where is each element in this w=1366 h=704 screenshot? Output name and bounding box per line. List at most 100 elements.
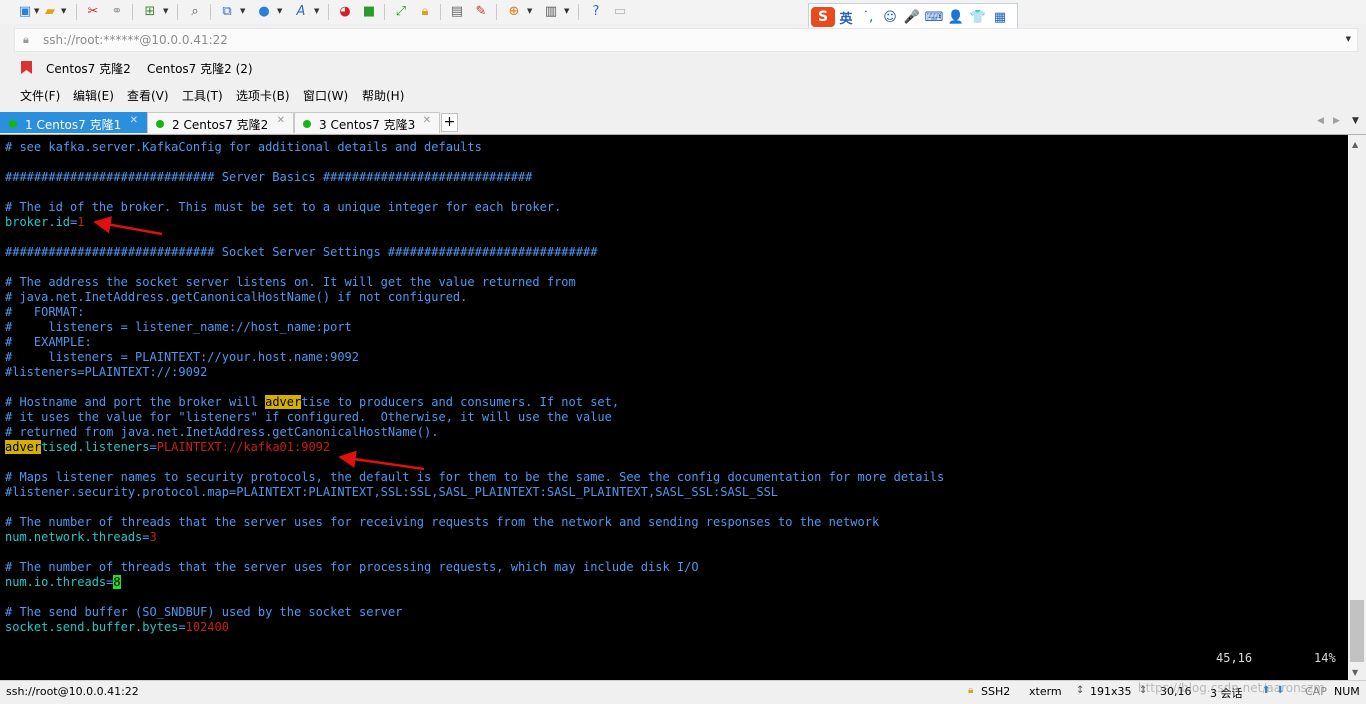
terminal-text-segment: 8 [113, 575, 121, 589]
ime-toolbar: S 英 ˙, ☺ 🎤 ⌨ 👤 👕 ▦ [808, 3, 1018, 31]
main-toolbar: ▣ ▼ ▰ ▼ ✂ ⚭ ⊞ ▼ ⌕ ⧉ ▼ ● ▼ A ▼ ◕ ■ ⤢ 🔒︎ ▤… [0, 0, 1366, 24]
toolbar-divider [578, 4, 579, 20]
chevron-down-icon[interactable]: ▼ [314, 7, 319, 15]
chevron-down-icon[interactable]: ▼ [34, 7, 39, 15]
terminal-text-segment: broker.id [5, 215, 71, 229]
new-window-icon[interactable]: ⊞ [141, 3, 159, 21]
menu-help[interactable]: 帮助(H) [362, 87, 404, 104]
toolbar-divider [440, 4, 441, 20]
tab-label: 3 Centos7 克隆3 [319, 118, 416, 132]
terminal-line: advertised.listeners=PLAINTEXT://kafka01… [5, 440, 330, 455]
chevron-down-icon[interactable]: ▼ [527, 7, 532, 15]
tab-session-3[interactable]: 3 Centos7 克隆3 ✕ [294, 112, 440, 133]
terminal-line: ############################# Server Bas… [5, 170, 532, 185]
reconnect-icon[interactable]: ⚭ [108, 3, 126, 21]
layout-icon[interactable]: ▥ [542, 3, 560, 21]
address-bar[interactable]: 🔒︎ ssh://root:******@10.0.0.41:22 ▼ [14, 28, 1358, 52]
fullscreen-icon[interactable]: ⤢ [392, 3, 410, 21]
connection-string: ssh://root@10.0.0.41:22 [6, 685, 139, 698]
tab-session-2[interactable]: 2 Centos7 克隆2 ✕ [147, 112, 294, 133]
tab-scroll-right-icon[interactable]: ▶ [1333, 116, 1340, 126]
keyboard-icon[interactable]: ⌨ [923, 10, 945, 25]
terminal-text-segment: = [178, 620, 186, 634]
connected-status-icon [9, 120, 17, 128]
terminal-line: num.network.threads=3 [5, 530, 157, 545]
tab-scroll-left-icon[interactable]: ◀ [1317, 116, 1324, 126]
tab-session-1[interactable]: 1 Centos7 克隆1 ✕ [0, 112, 147, 133]
chevron-down-icon[interactable]: ▼ [277, 7, 282, 15]
bookmark-link[interactable]: Centos7 克隆2 [46, 60, 131, 77]
terminal-line: # Hostname and port the broker will adve… [5, 395, 619, 410]
toolbar-divider [328, 4, 329, 20]
terminal-line: num.io.threads=8 [5, 575, 121, 590]
terminal-line: # java.net.InetAddress.getCanonicalHostN… [5, 290, 467, 305]
scroll-up-icon[interactable]: ▲ [1352, 140, 1358, 149]
lock-icon[interactable]: 🔒︎ [416, 3, 434, 21]
address-input[interactable]: ssh://root:******@10.0.0.41:22 [43, 33, 228, 47]
open-folder-icon[interactable]: ▰ [41, 3, 59, 21]
menu-window[interactable]: 窗口(W) [303, 87, 348, 104]
bookmark-link[interactable]: Centos7 克隆2 (2) [147, 60, 253, 77]
skin-icon[interactable]: 👕 [967, 10, 989, 25]
terminal-size-label: 191x35 [1090, 685, 1132, 698]
terminal-text-segment: socket.send.buffer.bytes [5, 620, 179, 634]
new-session-icon[interactable]: ▣ [16, 3, 34, 21]
menu-file[interactable]: 文件(F) [20, 87, 60, 104]
terminal-screen[interactable]: 45,16 14% # see kafka.server.KafkaConfig… [0, 135, 1348, 680]
terminal-line: # The send buffer (SO_SNDBUF) used by th… [5, 605, 402, 620]
bookmark-icon [21, 61, 32, 74]
terminal-line: # The number of threads that the server … [5, 515, 879, 530]
terminal-text-segment: num.io.threads [5, 575, 107, 589]
terminal-line: socket.send.buffer.bytes=102400 [5, 620, 229, 635]
close-icon[interactable]: ✕ [130, 115, 138, 126]
xftp-icon[interactable]: ■ [360, 3, 378, 21]
toolbar-divider [76, 4, 77, 20]
xshell-icon[interactable]: ◕ [336, 3, 354, 21]
toolbox-icon[interactable]: ▦ [989, 10, 1011, 25]
connected-status-icon [303, 120, 311, 128]
terminal-line: # The address the socket server listens … [5, 275, 576, 290]
chevron-down-icon[interactable]: ▼ [564, 7, 569, 15]
microphone-icon[interactable]: 🎤 [901, 10, 923, 25]
new-tab-button[interactable]: + [441, 113, 458, 132]
menu-view[interactable]: 查看(V) [127, 87, 169, 104]
font-icon[interactable]: A [292, 3, 310, 21]
chevron-down-icon[interactable]: ▼ [1346, 35, 1351, 43]
chevron-down-icon[interactable]: ▼ [163, 7, 168, 15]
chevron-down-icon[interactable]: ▼ [240, 7, 245, 15]
terminal-line: # The id of the broker. This must be set… [5, 200, 561, 215]
terminal-text-segment: # The send buffer (SO_SNDBUF) used by th… [5, 605, 403, 619]
sogou-logo-icon[interactable]: S [811, 7, 835, 27]
scrollbar-thumb[interactable] [1350, 600, 1364, 662]
vertical-scrollbar[interactable] [1348, 135, 1366, 680]
scroll-down-icon[interactable]: ▼ [1352, 668, 1358, 677]
compose-icon[interactable]: ✎ [472, 3, 490, 21]
menu-edit[interactable]: 编辑(E) [73, 87, 114, 104]
help-icon[interactable]: ? [587, 3, 605, 21]
close-icon[interactable]: ✕ [277, 115, 285, 126]
menu-tools[interactable]: 工具(T) [182, 87, 223, 104]
terminal-text-segment: # The id of the broker. This must be set… [5, 200, 562, 214]
chat-icon[interactable]: ▭ [611, 3, 629, 21]
menu-tabs[interactable]: 选项卡(B) [236, 87, 290, 104]
terminal-text-segment: PLAINTEXT://kafka01:9092 [156, 440, 331, 454]
globe-icon[interactable]: ● [255, 3, 273, 21]
close-icon[interactable]: ✕ [423, 115, 431, 126]
punctuation-icon[interactable]: ˙, [857, 10, 879, 25]
ime-mode-toggle[interactable]: 英 [835, 8, 857, 27]
terminal-line: # The number of threads that the server … [5, 560, 699, 575]
terminal-text-segment: tise to producers and consumers. If not … [301, 395, 620, 409]
chevron-down-icon[interactable]: ▼ [61, 7, 66, 15]
find-icon[interactable]: ⌕ [186, 3, 204, 21]
terminal-text-segment: # java.net.InetAddress.getCanonicalHostN… [5, 290, 468, 304]
lock-icon: 🔒︎ [968, 685, 974, 696]
disconnect-icon[interactable]: ✂ [84, 3, 102, 21]
add-tab-icon[interactable]: ⊕ [505, 3, 523, 21]
tab-list-icon[interactable]: ▼ [1352, 116, 1359, 126]
sftp-icon[interactable]: ⧉ [218, 3, 236, 21]
connected-status-icon [156, 120, 164, 128]
keyboard-icon[interactable]: ▤ [448, 3, 466, 21]
toolbar-divider [210, 4, 211, 20]
emoji-icon[interactable]: ☺ [879, 10, 901, 25]
user-icon[interactable]: 👤 [945, 10, 967, 25]
